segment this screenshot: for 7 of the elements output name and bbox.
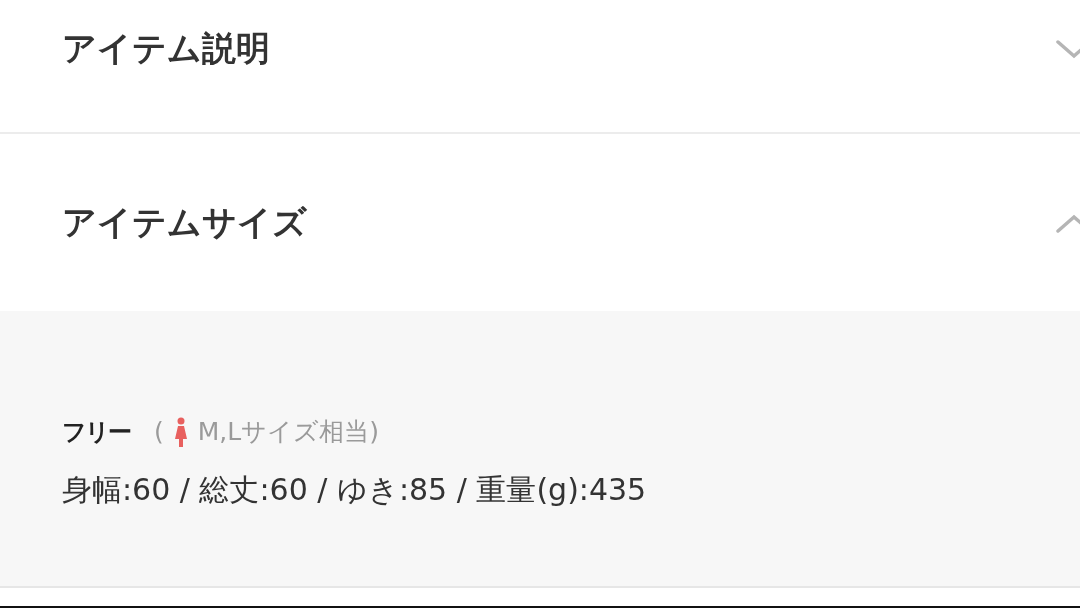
section-title: アイテム説明 (62, 27, 270, 70)
size-spec: 身幅:60 / 総丈:60 / ゆき:85 / 重量(g):435 (62, 471, 648, 509)
paren-text: ( (154, 417, 164, 446)
size-label: フリー (62, 416, 130, 448)
section-title: アイテムサイズ (62, 200, 307, 244)
woman-icon (173, 416, 188, 447)
size-note: M,Lサイズ相当) (197, 416, 379, 448)
